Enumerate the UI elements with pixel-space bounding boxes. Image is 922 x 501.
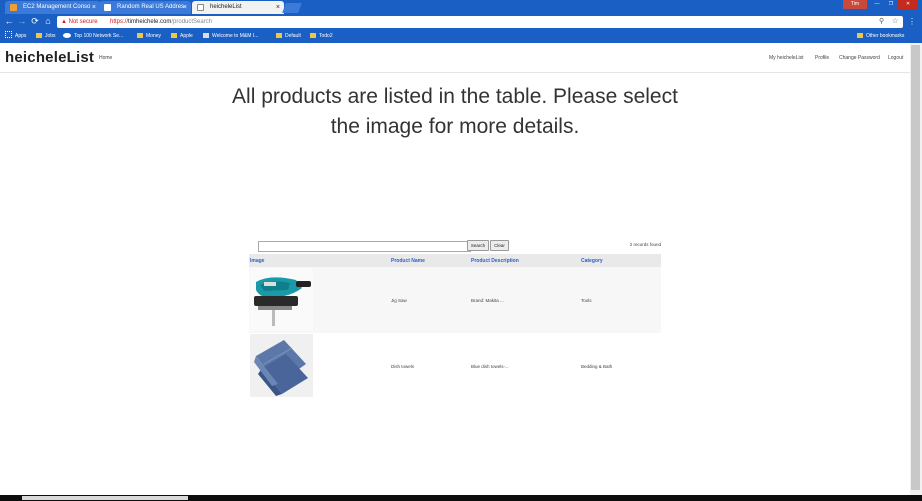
- page-icon: [104, 4, 111, 11]
- folder-icon: [310, 33, 316, 38]
- product-image-towels[interactable]: [250, 334, 313, 397]
- not-secure-indicator[interactable]: ▲ Not secure: [61, 16, 98, 28]
- product-category: Bedding & Bath: [581, 364, 613, 369]
- folder-icon: [171, 33, 177, 38]
- star-icon[interactable]: ☆: [892, 16, 898, 28]
- folder-icon: [36, 33, 42, 38]
- eye-icon: [63, 33, 71, 38]
- url-text[interactable]: https://timheichele.com/productSearch: [110, 16, 212, 28]
- bookmark-network[interactable]: Top 100 Network Se...: [63, 30, 123, 43]
- site-brand[interactable]: heicheleList: [5, 49, 94, 66]
- jigsaw-icon: [250, 268, 313, 331]
- product-name: Jig Saw: [391, 298, 407, 303]
- bookmark-money[interactable]: Money: [137, 30, 161, 43]
- bookmark-other[interactable]: Other bookmarks: [857, 30, 904, 43]
- url-scheme: https://: [110, 19, 129, 25]
- column-header-category[interactable]: Category: [581, 258, 603, 264]
- page-heading: All products are listed in the table. Pl…: [232, 85, 678, 138]
- forward-icon[interactable]: →: [16, 15, 28, 28]
- bookmark-default[interactable]: Default: [276, 30, 301, 43]
- zoom-icon[interactable]: ⚲: [879, 16, 884, 28]
- nav-profile[interactable]: Profile: [815, 55, 829, 61]
- reload-icon[interactable]: ⟳: [29, 15, 41, 28]
- page-icon: [203, 33, 209, 38]
- scrollbar-thumb[interactable]: [911, 45, 920, 490]
- nav-my-heichelelist[interactable]: My heicheleList: [769, 55, 803, 61]
- product-image-jigsaw[interactable]: [250, 268, 313, 331]
- bookmark-mm[interactable]: Welcome to M&M I...: [203, 30, 258, 43]
- folder-icon: [857, 33, 863, 38]
- tab-title: EC2 Management Conso: [23, 4, 91, 10]
- close-icon[interactable]: ×: [92, 1, 96, 14]
- search-input[interactable]: [258, 241, 471, 252]
- nav-home[interactable]: Home: [99, 55, 112, 61]
- bookmark-todo2[interactable]: Todo2: [310, 30, 333, 43]
- records-count: 2 records found: [629, 242, 661, 247]
- home-icon[interactable]: ⌂: [42, 15, 54, 28]
- tab-random-address[interactable]: Random Real US Addres ×: [99, 1, 191, 14]
- back-icon[interactable]: ←: [3, 15, 15, 28]
- folder-icon: [137, 33, 143, 38]
- clear-button[interactable]: Clear: [490, 240, 509, 251]
- tab-heichelelist[interactable]: heicheleList ×: [192, 1, 284, 14]
- product-category: Tools: [581, 298, 592, 303]
- bookmark-jobs[interactable]: Jobs: [36, 30, 56, 43]
- horizontal-scrollbar-thumb[interactable]: [22, 496, 188, 500]
- search-button[interactable]: Search: [467, 240, 489, 251]
- bookmarks-bar: Apps Jobs Top 100 Network Se... Money Ap…: [0, 30, 922, 43]
- column-header-description[interactable]: Product Description: [471, 258, 519, 264]
- url-host: timheichele.com: [128, 19, 172, 25]
- maximize-icon[interactable]: ❐: [884, 0, 898, 9]
- product-description: Brand: Makita ...: [471, 298, 504, 303]
- bookmark-apple[interactable]: Apple: [171, 30, 193, 43]
- column-header-image[interactable]: Image: [250, 258, 264, 264]
- close-icon[interactable]: ×: [276, 1, 280, 14]
- tab-strip: EC2 Management Conso × Random Real US Ad…: [0, 0, 922, 14]
- product-name: Dish towels: [391, 364, 415, 369]
- folder-icon: [276, 33, 282, 38]
- aws-icon: [10, 4, 17, 11]
- apps-icon: [5, 31, 12, 38]
- address-bar[interactable]: ▲ Not secure https://timheichele.com/pro…: [57, 16, 903, 28]
- minimize-icon[interactable]: —: [870, 0, 884, 9]
- tab-ec2[interactable]: EC2 Management Conso ×: [5, 1, 100, 14]
- document-icon: [197, 4, 204, 11]
- url-path: /productSearch: [171, 19, 213, 25]
- nav-logout[interactable]: Logout: [888, 55, 903, 61]
- nav-change-password[interactable]: Change Password: [839, 55, 880, 61]
- menu-icon[interactable]: ⋮: [906, 15, 918, 28]
- profile-button[interactable]: Tim: [843, 0, 867, 9]
- new-tab-button[interactable]: [282, 3, 302, 13]
- product-description: Blue dish towels-...: [471, 364, 509, 369]
- tab-title: Random Real US Addres: [117, 4, 185, 10]
- close-window-icon[interactable]: ✕: [898, 0, 918, 9]
- tab-title: heicheleList: [210, 4, 242, 10]
- column-header-name[interactable]: Product Name: [391, 258, 425, 264]
- towels-icon: [250, 334, 313, 397]
- close-icon[interactable]: ×: [183, 1, 187, 14]
- bookmark-apps[interactable]: Apps: [5, 30, 26, 43]
